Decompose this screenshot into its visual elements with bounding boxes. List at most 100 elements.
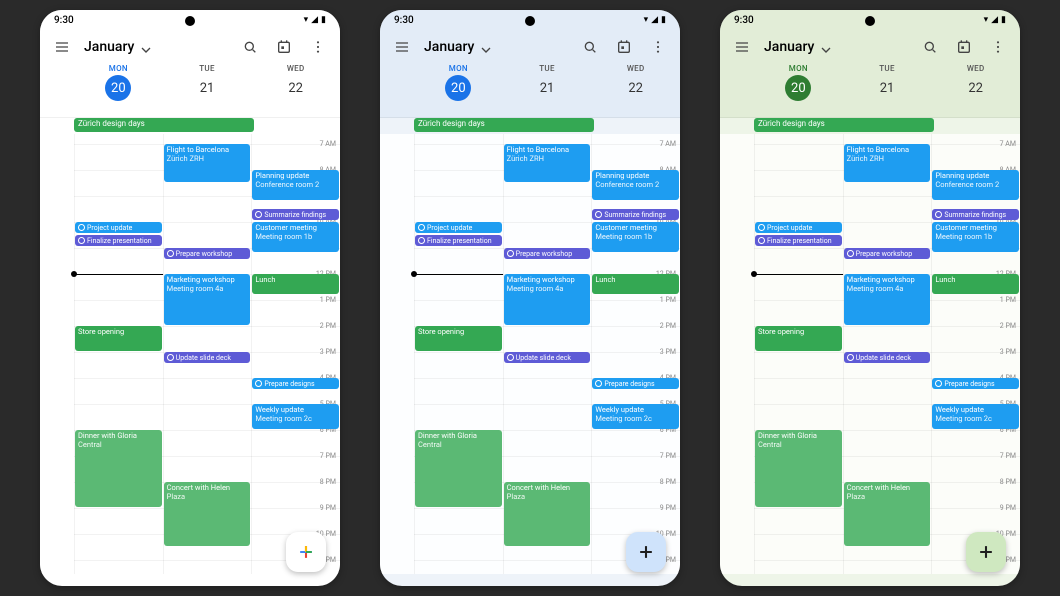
task-chip[interactable]: Prepare designs [592,378,679,389]
calendar-event[interactable]: Weekly updateMeeting room 2c [932,404,1019,429]
day-header-tue[interactable]: Tue21 [843,64,932,117]
now-indicator-dot [71,271,77,277]
event-location: Conference room 2 [595,181,676,190]
calendar-event[interactable]: Flight to BarcelonaZürich ZRH [844,144,931,182]
month-dropdown[interactable]: January [84,39,228,55]
search-icon[interactable] [238,35,262,59]
calendar-event[interactable]: Concert with HelenPlaza [164,482,251,546]
task-chip[interactable]: Finalize presentation [755,235,842,246]
today-icon[interactable] [612,35,636,59]
hour-label: 1 PM [320,296,336,304]
more-icon[interactable] [986,35,1010,59]
day-header-mon[interactable]: Mon20 [754,64,843,117]
task-chip[interactable]: Finalize presentation [415,235,502,246]
calendar-event[interactable]: Store opening [75,326,162,351]
calendar-event[interactable]: Dinner with GloriaCentral [75,430,162,507]
day-of-week: Mon [754,64,843,73]
day-header-mon[interactable]: Mon20 [414,64,503,117]
create-event-fab[interactable] [966,532,1006,572]
phone-mockup-1: 9:30▾◢▮JanuaryMon20Tue21Wed22Zürich desi… [380,10,680,586]
allday-event[interactable]: Zürich design days [414,118,594,132]
calendar-event[interactable]: Marketing workshopMeeting room 4a [164,274,251,325]
day-header-wed[interactable]: Wed22 [251,64,340,117]
event-location: Meeting room 2c [595,415,676,424]
allday-event[interactable]: Zürich design days [74,118,254,132]
calendar-event[interactable]: Flight to BarcelonaZürich ZRH [164,144,251,182]
calendar-event[interactable]: Customer meetingMeeting room 1b [932,222,1019,252]
more-icon[interactable] [646,35,670,59]
task-chip[interactable]: Summarize findings [252,209,339,220]
task-chip[interactable]: Update slide deck [504,352,591,363]
today-icon[interactable] [952,35,976,59]
today-icon[interactable] [272,35,296,59]
task-chip[interactable]: Prepare workshop [504,248,591,259]
month-dropdown[interactable]: January [764,39,908,55]
calendar-event[interactable]: Lunch [932,274,1019,294]
calendar-event[interactable]: Dinner with GloriaCentral [755,430,842,507]
menu-icon[interactable] [390,35,414,59]
calendar-event[interactable]: Lunch [592,274,679,294]
menu-icon[interactable] [50,35,74,59]
now-indicator-line [754,274,843,275]
calendar-event[interactable]: Flight to BarcelonaZürich ZRH [504,144,591,182]
calendar-grid[interactable]: 7 AM8 AM9 AM10 AM11 AM12 PM1 PM2 PM3 PM4… [380,134,680,574]
calendar-event[interactable]: Weekly updateMeeting room 2c [592,404,679,429]
task-chip[interactable]: Project update [755,222,842,233]
calendar-event[interactable]: Customer meetingMeeting room 1b [592,222,679,252]
hour-label: 2 PM [660,322,676,330]
calendar-event[interactable]: Store opening [755,326,842,351]
column-gridline [251,134,252,574]
more-icon[interactable] [306,35,330,59]
task-title: Update slide deck [176,354,231,362]
search-icon[interactable] [918,35,942,59]
task-chip[interactable]: Update slide deck [844,352,931,363]
task-chip[interactable]: Summarize findings [592,209,679,220]
create-event-fab[interactable] [286,532,326,572]
day-header-wed[interactable]: Wed22 [931,64,1020,117]
menu-icon[interactable] [730,35,754,59]
day-header-mon[interactable]: Mon20 [74,64,163,117]
calendar-event[interactable]: Weekly updateMeeting room 2c [252,404,339,429]
calendar-grid[interactable]: 7 AM8 AM9 AM10 AM11 AM12 PM1 PM2 PM3 PM4… [720,134,1020,574]
create-event-fab[interactable] [626,532,666,572]
allday-event[interactable]: Zürich design days [754,118,934,132]
task-chip[interactable]: Prepare designs [252,378,339,389]
now-indicator-dot [411,271,417,277]
task-title: Project update [767,224,812,232]
task-chip[interactable]: Prepare workshop [164,248,251,259]
calendar-event[interactable]: Planning updateConference room 2 [252,170,339,200]
calendar-event[interactable]: Dinner with GloriaCentral [415,430,502,507]
day-header-tue[interactable]: Tue21 [503,64,592,117]
calendar-event[interactable]: Marketing workshopMeeting room 4a [504,274,591,325]
task-chip[interactable]: Project update [75,222,162,233]
task-chip[interactable]: Project update [415,222,502,233]
wifi-icon: ▾ [984,15,989,25]
status-icons: ▾◢▮ [984,15,1006,25]
event-location: Meeting room 4a [847,285,928,294]
search-icon[interactable] [578,35,602,59]
calendar-event[interactable]: Lunch [252,274,339,294]
calendar-event[interactable]: Planning updateConference room 2 [592,170,679,200]
phone-mockup-0: 9:30▾◢▮JanuaryMon20Tue21Wed22Zürich desi… [40,10,340,586]
task-chip[interactable]: Finalize presentation [75,235,162,246]
day-header-tue[interactable]: Tue21 [163,64,252,117]
calendar-event[interactable]: Marketing workshopMeeting room 4a [844,274,931,325]
calendar-event[interactable]: Concert with HelenPlaza [504,482,591,546]
event-title: Store opening [78,328,159,337]
day-header-wed[interactable]: Wed22 [591,64,680,117]
task-title: Finalize presentation [767,237,832,245]
task-chip[interactable]: Update slide deck [164,352,251,363]
month-dropdown[interactable]: January [424,39,568,55]
task-chip[interactable]: Prepare workshop [844,248,931,259]
calendar-event[interactable]: Customer meetingMeeting room 1b [252,222,339,252]
plus-icon [296,542,316,562]
dropdown-icon [818,42,828,52]
day-number: 20 [105,75,131,101]
task-chip[interactable]: Summarize findings [932,209,1019,220]
calendar-grid[interactable]: 7 AM8 AM9 AM10 AM11 AM12 PM1 PM2 PM3 PM4… [40,134,340,574]
calendar-event[interactable]: Planning updateConference room 2 [932,170,1019,200]
allday-row: Zürich design days [380,118,680,134]
task-chip[interactable]: Prepare designs [932,378,1019,389]
calendar-event[interactable]: Concert with HelenPlaza [844,482,931,546]
calendar-event[interactable]: Store opening [415,326,502,351]
